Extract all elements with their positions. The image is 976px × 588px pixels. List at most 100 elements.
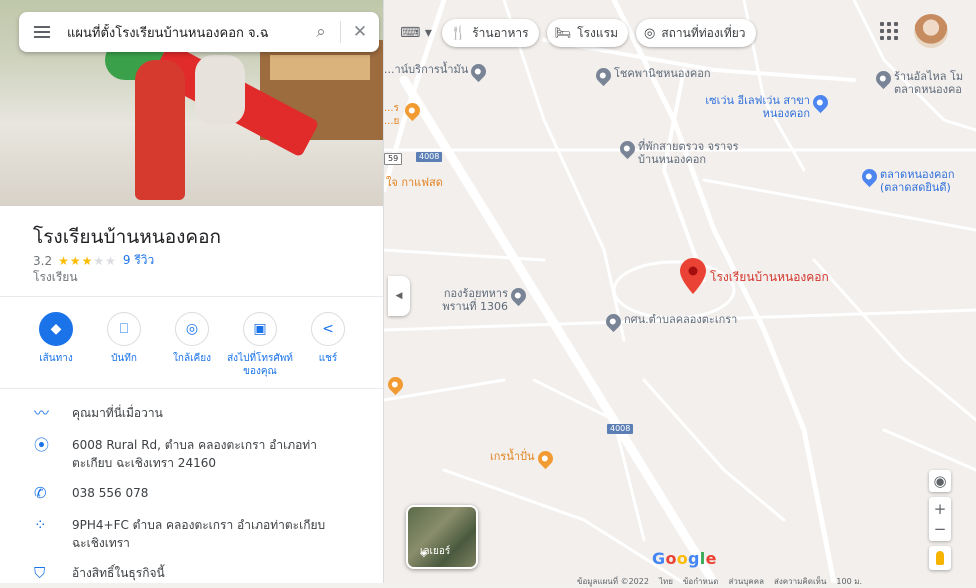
street-view-pegman-icon[interactable] <box>929 546 951 570</box>
chip-hotels[interactable]: 🛏 โรงแรม <box>546 19 628 47</box>
map-poi-cafe[interactable]: ใจ กาแฟสด <box>386 176 443 189</box>
my-location-button[interactable]: ◉ <box>929 470 951 492</box>
search-icon[interactable]: ⌕ <box>302 22 340 42</box>
military-pin-icon <box>507 284 530 307</box>
apps-grid-icon[interactable] <box>880 22 898 40</box>
map-canvas[interactable]: ...าน์บริการน้ำมัน ...ร ...ย โชคพานิชหนอ… <box>384 0 976 583</box>
map-poi-label: ...าน์บริการน้ำมัน <box>384 63 469 76</box>
chip-restaurants[interactable]: 🍴 ร้านอาหาร <box>442 19 539 47</box>
my-location-icon: ◉ <box>933 472 947 490</box>
bookmark-icon: ⎕ <box>107 312 141 346</box>
shield-icon: ⛉ <box>34 564 46 582</box>
search-box: ⌕ ✕ <box>19 12 379 52</box>
close-icon[interactable]: ✕ <box>341 22 379 42</box>
phone-text: 038 556 078 <box>72 486 149 500</box>
map-data-credit: ข้อมูลแผนที่ ©2022 <box>577 577 649 586</box>
google-logo: Google <box>652 549 717 568</box>
map-poi-label: กศน.ตำบลคลองตะเกรา <box>624 313 738 326</box>
map-poi-chokpanich[interactable]: โชคพานิชหนองคอก <box>592 64 711 87</box>
map-poi-partial[interactable]: ...ร ...ย <box>384 99 424 128</box>
attraction-icon: ◎ <box>643 25 656 41</box>
map-poi-label: กองร้อยทหาร พรานที่ 1306 <box>442 287 508 313</box>
nearby-button[interactable]: ◎ ใกล้เคียง <box>158 312 226 378</box>
road-number-badge: 4008 <box>416 152 443 162</box>
selected-place-marker-icon[interactable] <box>680 258 706 294</box>
map-poi-market[interactable]: ตลาดหนองคอก (ตลาดสดยินดี) <box>858 165 975 194</box>
collapse-panel-button[interactable]: ◀ <box>388 276 410 316</box>
map-poi-label: ตลาดหนองคอก (ตลาดสดยินดี) <box>880 168 955 194</box>
hotel-icon: 🛏 <box>554 25 572 41</box>
language-link[interactable]: ไทย <box>659 575 673 588</box>
map-poi-food[interactable] <box>384 373 407 396</box>
map-poi-community[interactable]: กศน.ตำบลคลองตะเกรา <box>602 310 738 333</box>
map-footer: ข้อมูลแผนที่ ©2022 ไทย ข้อกำหนด ส่วนบุคค… <box>577 575 862 588</box>
send-to-phone-icon: ▣ <box>243 312 277 346</box>
police-pin-icon <box>616 137 639 160</box>
keyboard-icon[interactable]: ⌨ ▾ <box>398 19 434 47</box>
map-poi-kettle[interactable]: เกรน้ำปั่น <box>490 447 556 470</box>
info-row-phone[interactable]: ✆ 038 556 078 <box>0 484 383 502</box>
privacy-link[interactable]: ส่วนบุคคล <box>728 575 764 588</box>
market-pin-icon <box>858 165 881 188</box>
map-poi-shell[interactable]: ร้านอัลไหล โม ตลาดหนองคอ <box>872 67 976 96</box>
menu-icon[interactable] <box>19 26 65 38</box>
info-row-address[interactable]: ⦿ 6008 Rural Rd, ตำบล คลองตะเกรา อำเภอท่… <box>0 436 383 472</box>
chip-label: โรงแรม <box>577 25 618 40</box>
location-pin-icon: ⦿ <box>34 436 50 454</box>
action-buttons: ◆ เส้นทาง ⎕ บันทึก ◎ ใกล้เคียง ▣ ส่งไปที… <box>22 312 362 378</box>
map-poi-company[interactable]: กองร้อยทหาร พรานที่ 1306 <box>430 284 530 313</box>
info-row-plus-code[interactable]: ⁘ 9PH4+FC ตำบล คลองตะเกรา อำเภอท่าตะเกีย… <box>0 516 383 552</box>
map-poi-label: ที่พักสายตรวจ จราจรบ้านหนองคอก <box>638 140 739 166</box>
map-poi-label: โชคพานิชหนองคอก <box>614 67 711 80</box>
map-poi-service[interactable]: ...าน์บริการน้ำมัน <box>384 60 490 83</box>
shop-pin-icon <box>872 67 895 90</box>
map-poi-rest-stop[interactable]: ที่พักสายตรวจ จราจรบ้านหนองคอก <box>616 137 758 166</box>
divider <box>0 388 383 389</box>
chip-label: ร้านอาหาร <box>472 25 529 40</box>
store-pin-icon <box>809 91 832 114</box>
restaurant-icon: 🍴 <box>450 25 467 41</box>
map-poi-label: เกรน้ำปั่น <box>490 450 535 463</box>
place-category[interactable]: โรงเรียน <box>33 268 78 287</box>
zoom-in-button[interactable]: + <box>934 499 947 519</box>
zoom-out-button[interactable]: − <box>934 519 947 539</box>
rating-value: 3.2 <box>33 253 53 268</box>
action-label: ส่งไปที่โทรศัพท์ของคุณ <box>227 353 293 377</box>
selected-place-label: โรงเรียนบ้านหนองคอก <box>710 270 829 284</box>
trend-icon: 〰 <box>34 404 50 422</box>
info-row-visited[interactable]: 〰 คุณมาที่นี่เมื่อวาน <box>0 404 383 422</box>
page-title: โรงเรียนบ้านหนองคอก <box>33 226 222 248</box>
feedback-link[interactable]: ส่งความคิดเห็น <box>774 575 826 588</box>
claim-business-text: อ้างสิทธิ์ในธุรกิจนี้ <box>72 566 165 580</box>
map-poi-label: ใจ กาแฟสด <box>386 176 443 189</box>
directions-button[interactable]: ◆ เส้นทาง <box>22 312 90 378</box>
action-label: ใกล้เคียง <box>173 353 211 364</box>
chip-label: สถานที่ท่องเที่ยว <box>661 25 746 40</box>
layers-button[interactable]: ◈ เลเยอร์ <box>406 505 478 569</box>
share-button[interactable]: < แชร์ <box>294 312 362 378</box>
search-input[interactable] <box>65 23 302 41</box>
send-to-phone-button[interactable]: ▣ ส่งไปที่โทรศัพท์ของคุณ <box>226 312 294 378</box>
reviews-link[interactable]: 9 รีวิว <box>123 251 154 270</box>
chevron-left-icon: ◀ <box>395 291 403 301</box>
map-poi-label: เซเว่น อีเลฟเว่น สาขาหนองคอก <box>705 94 810 120</box>
divider <box>0 296 383 297</box>
scale-label[interactable]: 100 ม. <box>836 575 862 588</box>
restaurant-pin-icon <box>401 99 424 122</box>
map-poi-label: ร้านอัลไหล โม ตลาดหนองคอ <box>894 70 964 96</box>
terms-link[interactable]: ข้อกำหนด <box>683 575 719 588</box>
nearby-icon: ◎ <box>175 312 209 346</box>
action-label: แชร์ <box>318 353 338 364</box>
info-row-claim[interactable]: ⛉ อ้างสิทธิ์ในธุรกิจนี้ <box>0 564 383 582</box>
map-poi-seven[interactable]: เซเว่น อีเลฟเว่น สาขาหนองคอก <box>700 91 832 120</box>
chip-attractions[interactable]: ◎ สถานที่ท่องเที่ยว <box>635 19 756 47</box>
plus-code-text: 9PH4+FC ตำบล คลองตะเกรา อำเภอท่าตะเกียบ … <box>72 518 326 550</box>
plus-code-icon: ⁘ <box>34 516 47 534</box>
zoom-controls: + − <box>929 497 951 541</box>
action-label: เส้นทาง <box>39 353 73 364</box>
gas-station-pin-icon <box>468 60 490 83</box>
road-number-badge: 4008 <box>607 424 634 434</box>
save-button[interactable]: ⎕ บันทึก <box>90 312 158 378</box>
avatar[interactable] <box>914 14 948 48</box>
restaurant-pin-icon <box>384 373 407 396</box>
